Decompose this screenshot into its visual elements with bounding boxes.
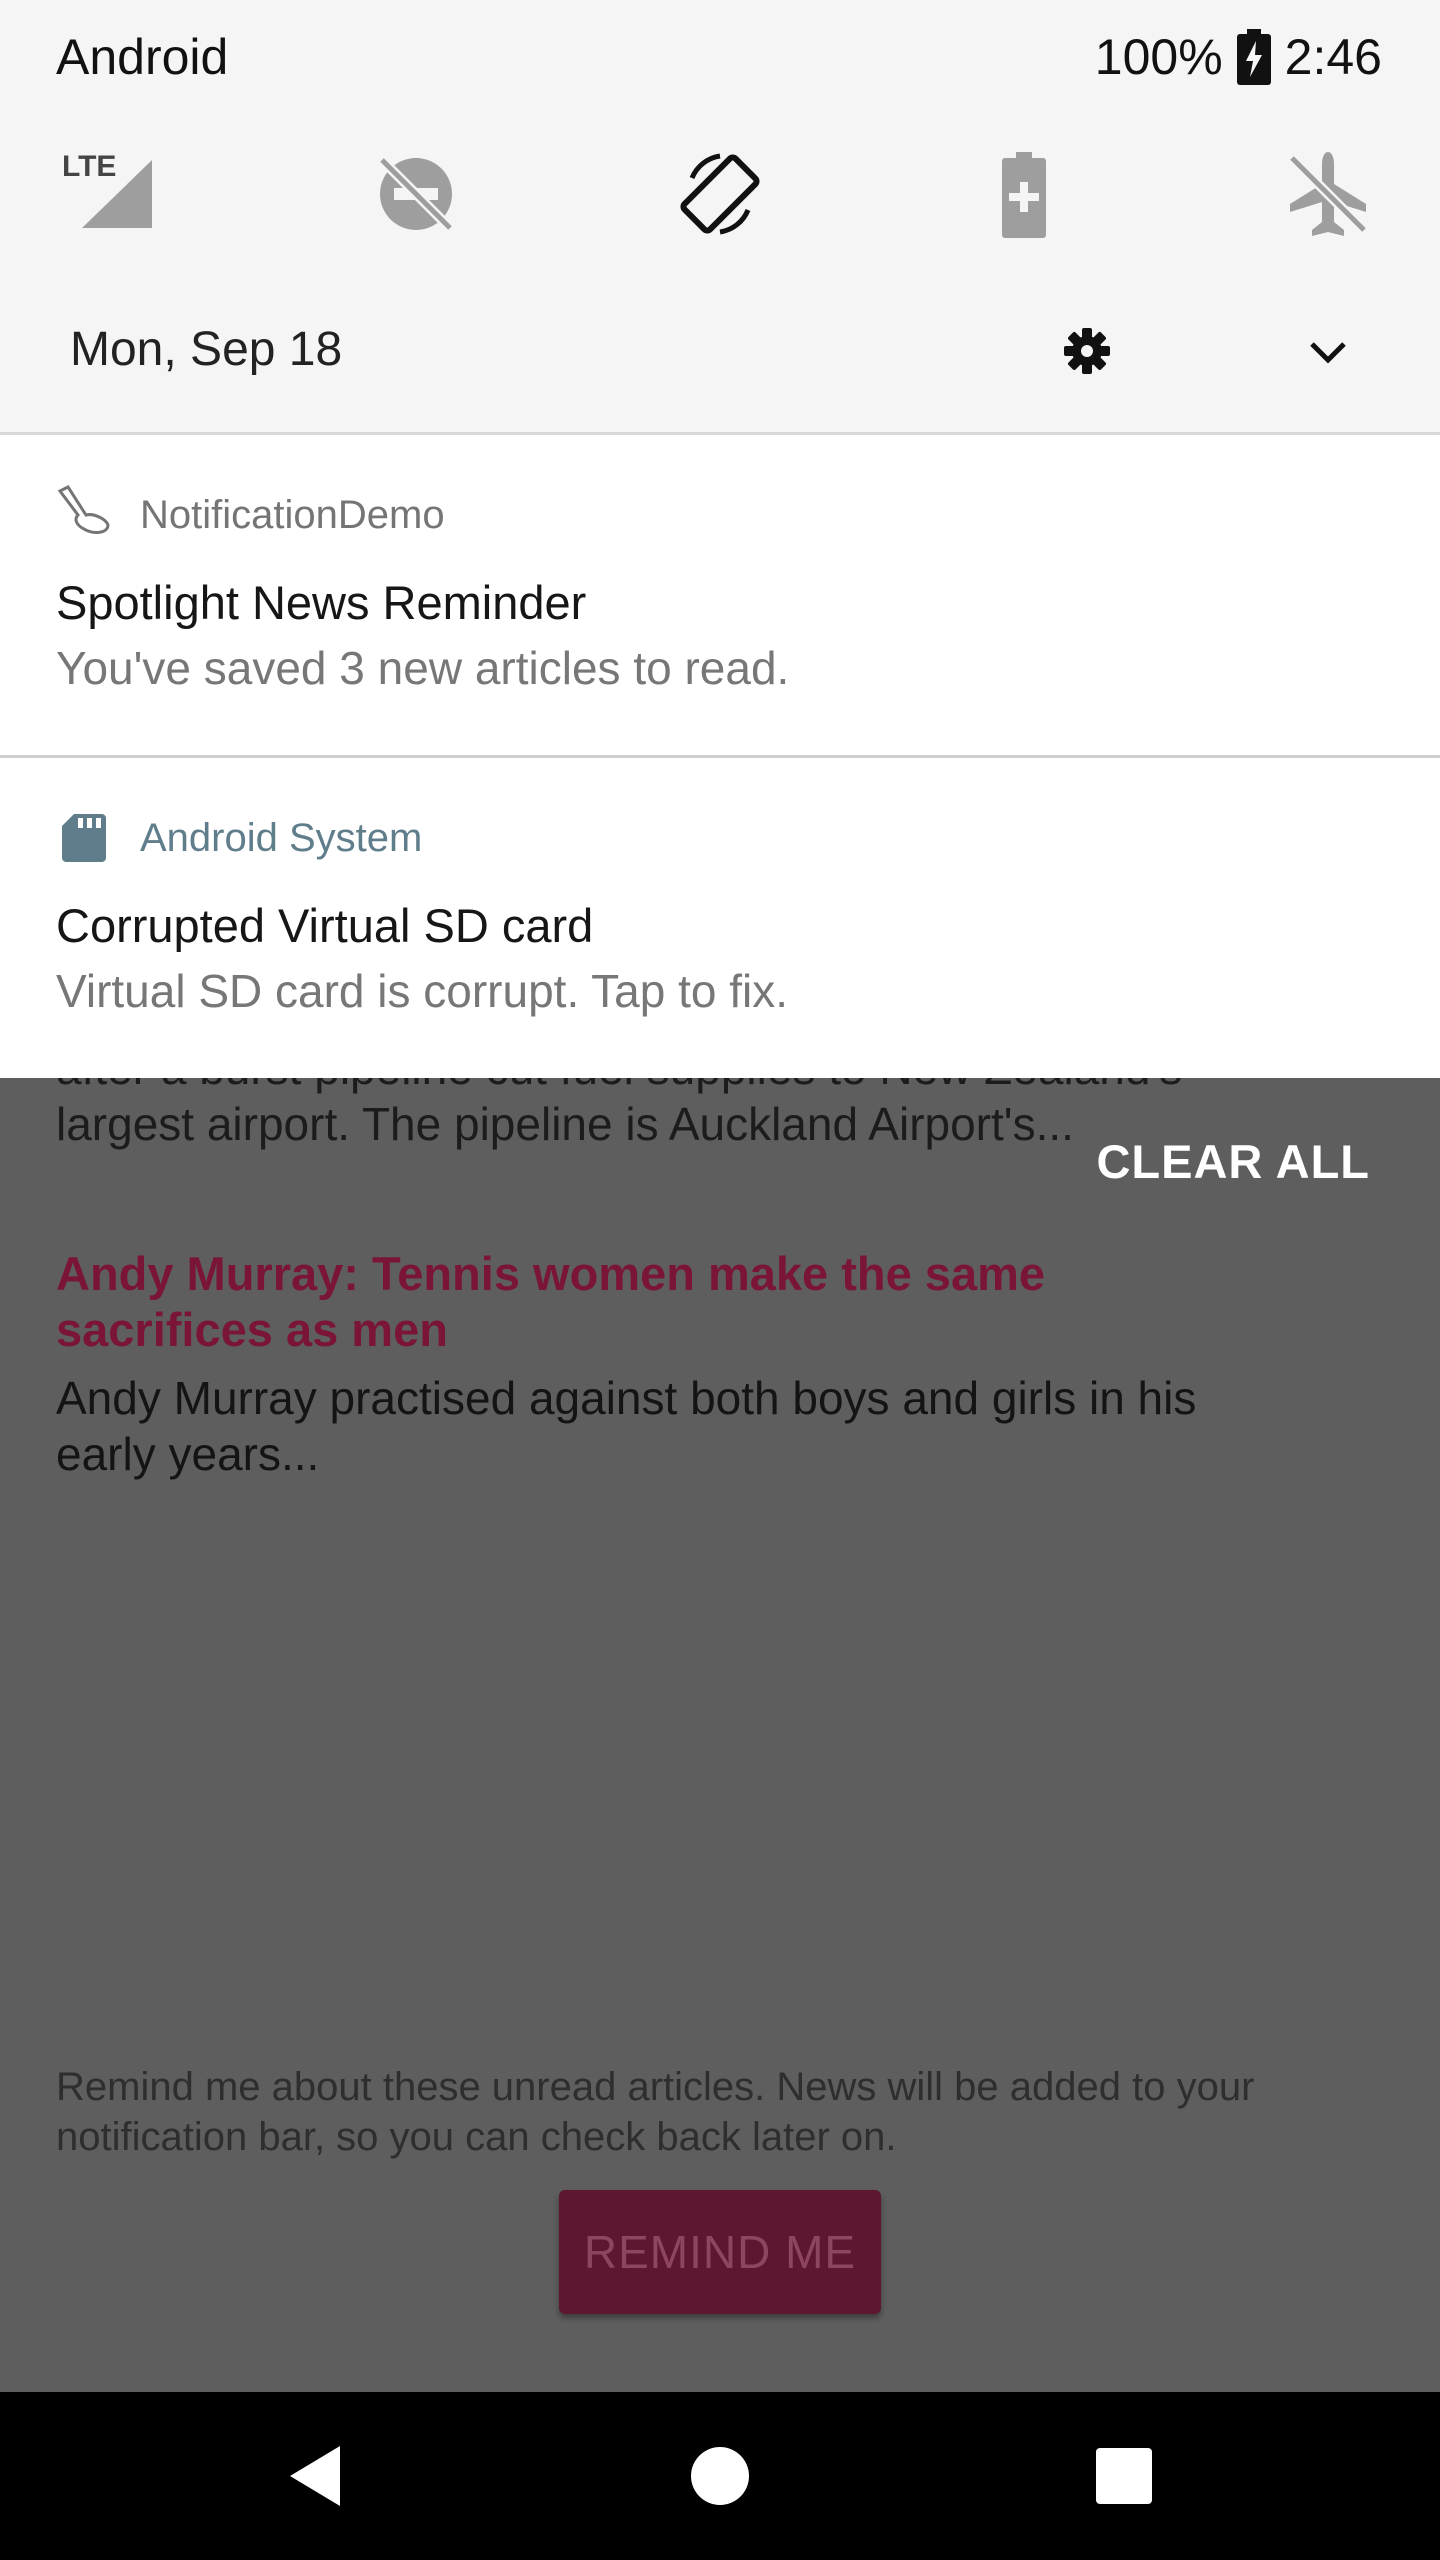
remind-description: Remind me about these unread articles. N… bbox=[56, 2065, 1255, 2159]
notification-title: Spotlight News Reminder bbox=[56, 576, 587, 629]
notification-app-name: Android System bbox=[140, 816, 423, 860]
battery-charging-icon bbox=[1236, 29, 1271, 85]
settings-gear-icon[interactable] bbox=[1062, 326, 1112, 376]
carrier-label: Android bbox=[56, 29, 229, 85]
lte-label: LTE bbox=[62, 150, 116, 183]
do-not-disturb-icon[interactable] bbox=[368, 146, 464, 242]
quick-settings-panel: Android 100% 2:46 LTE Mon, Sep 18 bbox=[0, 0, 1440, 435]
article-snippet: Andy Murray practised against both boys … bbox=[56, 1372, 1197, 1480]
navigation-bar bbox=[0, 2392, 1440, 2560]
auto-rotate-icon[interactable] bbox=[672, 146, 768, 242]
notification-card[interactable]: Android System Corrupted Virtual SD card… bbox=[0, 758, 1440, 1078]
remind-me-button[interactable]: REMIND ME bbox=[559, 2190, 881, 2314]
home-icon[interactable] bbox=[680, 2436, 760, 2516]
recents-icon[interactable] bbox=[1084, 2436, 1164, 2516]
sd-card-icon bbox=[62, 814, 106, 862]
notification-demo-app-icon bbox=[57, 485, 110, 534]
battery-saver-icon[interactable] bbox=[976, 146, 1072, 242]
status-indicators: 100% 2:46 bbox=[1095, 28, 1382, 86]
notification-text: You've saved 3 new articles to read. bbox=[56, 642, 790, 694]
notification-title: Corrupted Virtual SD card bbox=[56, 899, 594, 952]
lte-signal-icon[interactable]: LTE bbox=[56, 146, 152, 242]
battery-percent: 100% bbox=[1094, 29, 1223, 85]
expand-chevron-down-icon[interactable] bbox=[1308, 338, 1348, 366]
back-icon[interactable] bbox=[276, 2436, 356, 2516]
clear-all-button[interactable]: CLEAR ALL bbox=[1096, 1134, 1370, 1189]
notification-card[interactable]: NotificationDemo Spotlight News Reminder… bbox=[0, 435, 1440, 758]
notification-text: Virtual SD card is corrupt. Tap to fix. bbox=[56, 965, 789, 1017]
article-title[interactable]: Andy Murray: Tennis women make the same … bbox=[56, 1246, 1156, 1358]
date-label: Mon, Sep 18 bbox=[70, 323, 343, 376]
airplane-mode-icon[interactable] bbox=[1280, 146, 1376, 242]
clock: 2:46 bbox=[1284, 29, 1382, 85]
notification-app-name: NotificationDemo bbox=[140, 493, 445, 537]
